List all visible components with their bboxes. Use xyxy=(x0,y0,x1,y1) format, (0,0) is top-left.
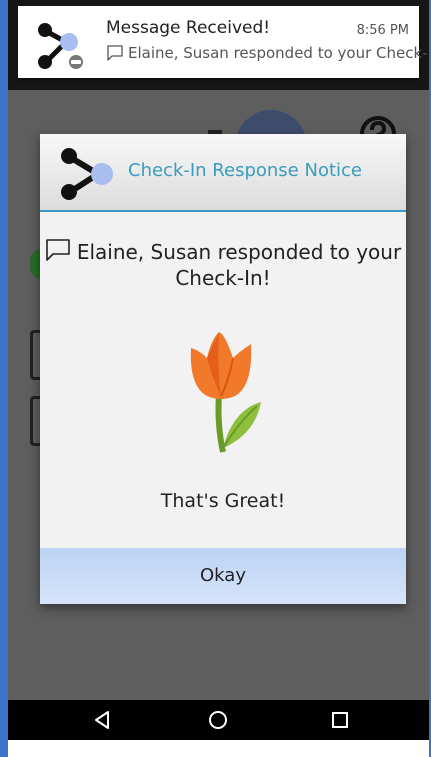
notification-body: Elaine, Susan responded to your Check-.. xyxy=(106,44,429,62)
back-icon[interactable] xyxy=(90,708,114,732)
phone-screen: Message Received! 8:56 PM Elaine, Susan … xyxy=(8,0,429,740)
notification-body-text: Elaine, Susan responded to your Check-.. xyxy=(128,44,429,62)
frame-edge-left xyxy=(0,0,8,757)
notification-card[interactable]: Message Received! 8:56 PM Elaine, Susan … xyxy=(18,6,429,78)
message-bubble-icon xyxy=(107,45,123,61)
response-text: That's Great! xyxy=(160,490,286,512)
dialog-message-text: Elaine, Susan responded to your Check-In… xyxy=(76,240,402,290)
app-logo-icon xyxy=(38,23,85,71)
dialog-header: Check-In Response Notice xyxy=(40,134,406,212)
check-in-response-dialog: Check-In Response Notice Elaine, Susan r… xyxy=(40,134,406,604)
notification-title: Message Received! xyxy=(106,18,271,38)
dialog-title: Check-In Response Notice xyxy=(128,160,362,181)
tulip-icon xyxy=(190,332,261,453)
notification-time: 8:56 PM xyxy=(356,23,409,38)
okay-button[interactable]: Okay xyxy=(40,548,406,604)
dialog-message: Elaine, Susan responded to your Check-In… xyxy=(40,238,406,291)
recents-icon[interactable] xyxy=(328,708,352,732)
app-logo-icon xyxy=(61,148,113,200)
message-bubble-icon xyxy=(46,239,70,261)
home-icon[interactable] xyxy=(206,708,230,732)
navigation-bar xyxy=(8,700,429,740)
device-frame: Message Received! 8:56 PM Elaine, Susan … xyxy=(0,0,431,757)
